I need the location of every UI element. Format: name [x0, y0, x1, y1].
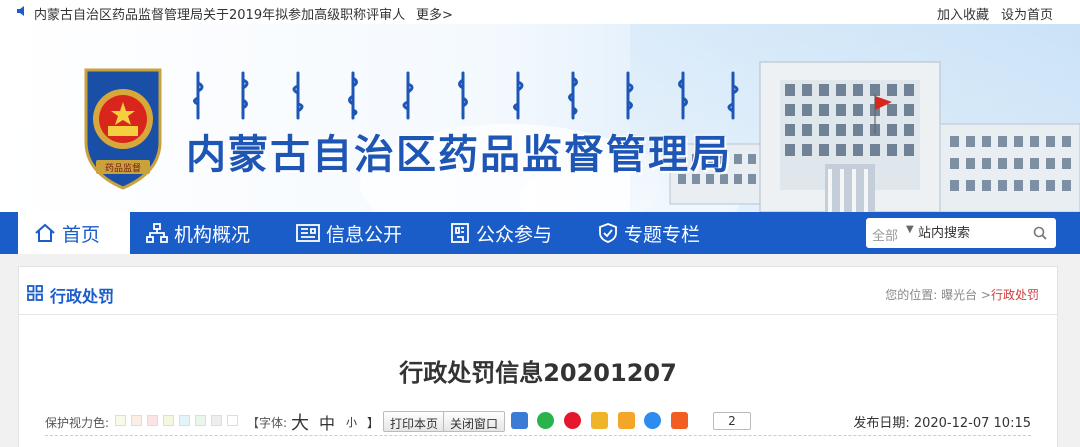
site-title: 内蒙古自治区药品监督管理局: [186, 132, 732, 178]
header-banner: 药品监督 内蒙古自治区药品监督管理局: [0, 24, 1080, 212]
grid-icon: [27, 285, 43, 301]
scrolling-notice[interactable]: 内蒙古自治区药品监督管理局关于2019年拟参加高级职称评审人: [34, 4, 405, 23]
close-window-button[interactable]: 关闭窗口: [443, 411, 506, 432]
breadcrumb-prefix: 您的位置:: [885, 288, 942, 302]
eye-protect-label: 保护视力色:: [45, 416, 110, 430]
search-icon[interactable]: [1033, 226, 1047, 240]
eye-color-swatch-7[interactable]: [211, 415, 222, 426]
divider: [45, 435, 1031, 436]
search-input[interactable]: [918, 223, 1030, 243]
set-homepage-link[interactable]: 设为首页: [1001, 4, 1053, 23]
nav-item-organization[interactable]: 机构概况: [146, 212, 276, 254]
org-chart-icon: [146, 223, 168, 243]
nav-item-label: 信息公开: [326, 223, 403, 246]
font-size-medium[interactable]: 中: [319, 410, 335, 434]
nav-item-home[interactable]: 首页: [18, 212, 130, 254]
search-scope-select[interactable]: 全部: [872, 225, 898, 244]
nav-item-information[interactable]: 信息公开: [296, 212, 426, 254]
nav-item-label: 首页: [62, 223, 101, 246]
print-button[interactable]: 打印本页: [383, 411, 446, 432]
section-title: 行政处罚: [50, 287, 115, 306]
article-toolbar: 保护视力色: 【字体: 大 中 小 】 打印本页 关闭窗口 2 发布日期: 20…: [19, 409, 1057, 435]
article-title: 行政处罚信息20201207: [399, 359, 677, 387]
chevron-down-icon[interactable]: ▼: [906, 224, 914, 235]
eye-color-swatch-2[interactable]: [131, 415, 142, 426]
share-count: 2: [713, 412, 751, 430]
mongolian-script-logo: [193, 71, 739, 120]
speaker-icon: [17, 6, 24, 16]
section-header: 行政处罚 您的位置: 曝光台 >行政处罚: [19, 267, 1057, 315]
eye-color-swatch-1[interactable]: [115, 415, 126, 426]
breadcrumb-separator: >: [977, 288, 991, 302]
site-search: 全部 ▼: [866, 218, 1056, 248]
top-bar: 内蒙古自治区药品监督管理局关于2019年拟参加高级职称评审人 更多> 加入收藏 …: [0, 0, 1080, 24]
more-share-icon[interactable]: [671, 412, 688, 429]
eye-color-swatch-6[interactable]: [195, 415, 206, 426]
eye-color-swatch-5[interactable]: [179, 415, 190, 426]
emblem-text: 药品监督: [105, 162, 141, 174]
more-link[interactable]: 更多>: [416, 4, 453, 23]
nav-item-special-column[interactable]: 专题专栏: [598, 212, 728, 254]
breadcrumb-parent-link[interactable]: 曝光台: [941, 288, 977, 302]
nav-item-public-participation[interactable]: 公众参与: [450, 212, 580, 254]
nav-item-label: 机构概况: [174, 223, 251, 246]
eye-color-swatch-4[interactable]: [163, 415, 174, 426]
drug-administration-emblem-icon: 药品监督: [84, 68, 162, 190]
breadcrumb: 您的位置: 曝光台 >行政处罚: [885, 286, 1039, 303]
nav-item-label: 公众参与: [476, 223, 553, 246]
weibo-icon[interactable]: [564, 412, 581, 429]
breadcrumb-current[interactable]: 行政处罚: [991, 288, 1039, 302]
print-share-icon[interactable]: [511, 412, 528, 429]
publish-date: 发布日期: 2020-12-07 10:15: [853, 416, 1031, 431]
add-favorite-link[interactable]: 加入收藏: [937, 4, 989, 23]
font-size-large[interactable]: 大: [291, 409, 309, 435]
nav-item-label: 专题专栏: [624, 223, 701, 246]
font-size-small[interactable]: 小: [346, 414, 357, 430]
eye-color-swatch-8[interactable]: [227, 415, 238, 426]
email-icon[interactable]: [591, 412, 608, 429]
shield-icon: [599, 223, 617, 243]
content-panel: 行政处罚 您的位置: 曝光台 >行政处罚 行政处罚信息20201207 保护视力…: [18, 266, 1058, 447]
qzone-icon[interactable]: [644, 412, 661, 429]
newspaper-icon: [296, 224, 320, 242]
eye-color-swatch-3[interactable]: [147, 415, 158, 426]
font-size-label: 【字体:: [247, 416, 288, 430]
building-icon: [451, 223, 469, 243]
copy-icon[interactable]: [618, 412, 635, 429]
home-icon: [35, 223, 55, 242]
font-size-bracket-end: 】: [367, 416, 380, 430]
wechat-icon[interactable]: [537, 412, 554, 429]
